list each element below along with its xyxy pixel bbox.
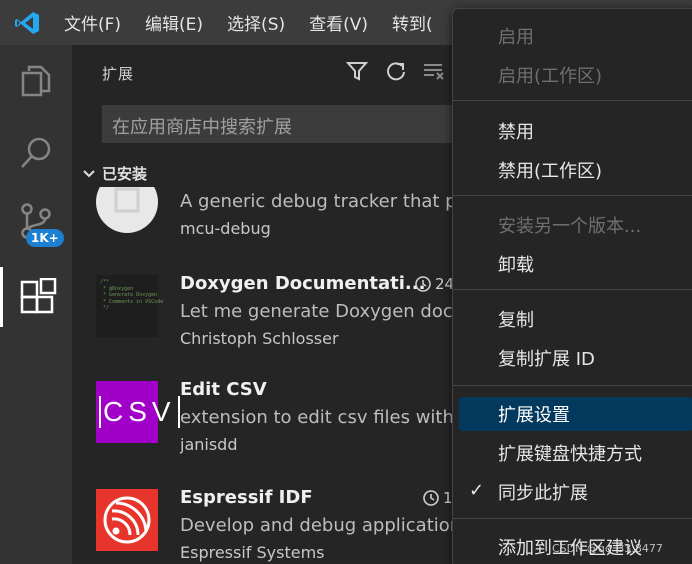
extension-description: Let me generate Doxygen docu bbox=[180, 301, 465, 322]
installed-section-title: 已安装 bbox=[102, 165, 148, 183]
menu-selection[interactable]: 选择(S) bbox=[227, 10, 285, 35]
search-placeholder: 在应用商店中搜索扩展 bbox=[112, 117, 292, 138]
explorer-button[interactable] bbox=[0, 51, 72, 111]
menu-view[interactable]: 查看(V) bbox=[309, 10, 368, 35]
extension-name: Doxygen Documentati... bbox=[180, 273, 426, 294]
extension-description: A generic debug tracker that pro bbox=[180, 191, 475, 212]
extension-meta: 1 bbox=[422, 489, 453, 507]
extension-publisher: Espressif Systems bbox=[180, 543, 325, 562]
menu-item-label: 卸载 bbox=[498, 255, 534, 276]
extension-icon bbox=[96, 187, 158, 233]
menu-item-label: 扩展设置 bbox=[498, 405, 570, 426]
watermark: CSDN @qq_33.8477 bbox=[552, 542, 663, 555]
extension-description: extension to edit csv files with a bbox=[180, 407, 471, 428]
sidebar-title: 扩展 bbox=[102, 65, 135, 83]
refresh-button[interactable] bbox=[384, 59, 408, 83]
menu-item-extension-keyboard-shortcuts[interactable]: 扩展键盘快捷方式 bbox=[453, 436, 692, 470]
files-icon bbox=[21, 65, 51, 97]
menu-item-extension-settings[interactable]: 扩展设置 bbox=[459, 397, 692, 431]
extension-meta: 24 bbox=[414, 275, 454, 293]
menu-item-disable-workspace[interactable]: 禁用(工作区) bbox=[453, 153, 692, 187]
csv-icon-text: CSV bbox=[99, 396, 180, 428]
menu-item-enable[interactable]: 启用 bbox=[453, 19, 692, 53]
clear-all-icon bbox=[424, 64, 444, 80]
menu-separator bbox=[453, 385, 692, 386]
menu-item-label: 同步此扩展 bbox=[498, 483, 588, 504]
filter-button[interactable] bbox=[345, 59, 369, 83]
menu-separator bbox=[453, 289, 692, 290]
activity-bar: 1K+ bbox=[0, 45, 72, 564]
menu-item-install-another-version[interactable]: 安装另一个版本... bbox=[453, 208, 692, 242]
extensions-icon bbox=[20, 278, 56, 314]
search-icon bbox=[21, 137, 51, 168]
menu-item-label: 扩展键盘快捷方式 bbox=[498, 444, 642, 465]
menu-item-disable[interactable]: 禁用 bbox=[453, 114, 692, 148]
menu-go[interactable]: 转到( bbox=[392, 10, 433, 35]
extension-name: Edit CSV bbox=[180, 379, 267, 400]
doxygen-extension-icon: /** * @Doxygen * Generate Doxygen * Comm… bbox=[96, 275, 163, 337]
history-icon bbox=[423, 490, 439, 506]
menu-item-label: 禁用 bbox=[498, 122, 534, 143]
history-icon bbox=[415, 276, 431, 292]
menu-item-label: 复制扩展 ID bbox=[498, 349, 595, 370]
menu-item-label: 复制 bbox=[498, 310, 534, 331]
menu-item-uninstall[interactable]: 卸载 bbox=[453, 247, 692, 281]
refresh-icon bbox=[387, 62, 405, 81]
menu-item-enable-workspace[interactable]: 启用(工作区) bbox=[453, 58, 692, 92]
chevron-down-icon bbox=[83, 169, 95, 177]
extension-name: Espressif IDF bbox=[180, 487, 313, 508]
menu-item-copy-extension-id[interactable]: 复制扩展 ID bbox=[453, 341, 692, 375]
menu-separator bbox=[453, 518, 692, 519]
extension-publisher: janisdd bbox=[180, 435, 238, 454]
menu-file[interactable]: 文件(F) bbox=[64, 10, 121, 35]
extension-publisher: Christoph Schlosser bbox=[180, 329, 339, 348]
search-button[interactable] bbox=[0, 123, 72, 183]
vscode-logo-icon bbox=[15, 12, 39, 34]
checkmark-icon: ✓ bbox=[469, 480, 485, 501]
menu-edit[interactable]: 编辑(E) bbox=[145, 10, 203, 35]
menu-item-label: 安装另一个版本... bbox=[498, 216, 642, 237]
menu-item-label: 启用(工作区) bbox=[498, 66, 603, 87]
menu-separator bbox=[453, 195, 692, 196]
menu-item-sync-extension[interactable]: ✓ 同步此扩展 bbox=[453, 475, 692, 509]
extension-description: Develop and debug applications bbox=[180, 515, 471, 536]
extension-context-menu: 启用 启用(工作区) 禁用 禁用(工作区) 安装另一个版本... 卸载 复制 复… bbox=[452, 8, 692, 564]
extension-publisher: mcu-debug bbox=[180, 219, 271, 238]
filter-icon bbox=[346, 62, 368, 81]
menu-item-copy[interactable]: 复制 bbox=[453, 302, 692, 336]
csv-extension-icon: CSV bbox=[96, 381, 180, 443]
menu-separator bbox=[453, 100, 692, 101]
installed-section-header[interactable]: 已安装 bbox=[80, 163, 147, 184]
menu-item-label: 启用 bbox=[498, 27, 534, 48]
clear-results-button[interactable] bbox=[422, 59, 446, 83]
espressif-extension-icon bbox=[96, 489, 158, 551]
extensions-button[interactable] bbox=[0, 267, 72, 327]
source-control-badge: 1K+ bbox=[26, 229, 64, 247]
menu-item-label: 禁用(工作区) bbox=[498, 161, 603, 182]
menu-bar: 文件(F) 编辑(E) 选择(S) 查看(V) 转到( bbox=[64, 0, 457, 45]
